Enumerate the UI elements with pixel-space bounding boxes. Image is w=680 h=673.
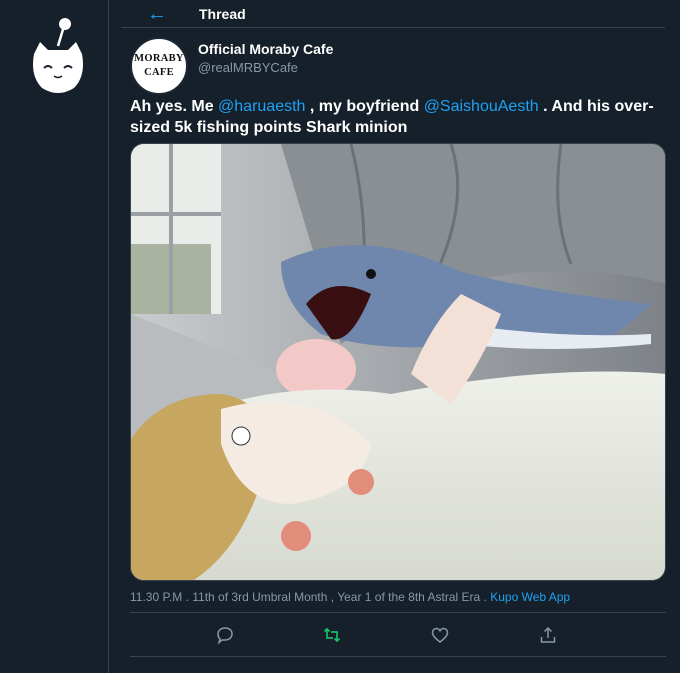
illustration-icon bbox=[131, 144, 665, 580]
mention-link[interactable]: @SaishouAesth bbox=[424, 98, 539, 115]
thread-header: ← Thread bbox=[121, 0, 665, 28]
divider bbox=[130, 612, 666, 613]
retweet-icon[interactable] bbox=[322, 625, 342, 645]
thread-main: ← Thread MORABY CAFE Official Moraby Caf… bbox=[109, 0, 680, 673]
moogle-logo-icon[interactable] bbox=[26, 14, 90, 96]
tweet-text: Ah yes. Me @haruaesth , my boyfriend @Sa… bbox=[130, 96, 660, 138]
mention-link[interactable]: @haruaesth bbox=[218, 98, 305, 115]
avatar-text-line1: MORABY bbox=[134, 53, 184, 64]
share-icon[interactable] bbox=[538, 625, 558, 645]
source-app-link[interactable]: Kupo Web App bbox=[490, 590, 570, 604]
left-rail bbox=[0, 0, 109, 673]
avatar-text-line2: CAFE bbox=[144, 67, 174, 78]
author-name[interactable]: Official Moraby Cafe bbox=[198, 41, 333, 57]
avatar[interactable]: MORABY CAFE bbox=[130, 37, 188, 95]
author-handle[interactable]: @realMRBYCafe bbox=[198, 60, 298, 75]
reply-icon[interactable] bbox=[215, 625, 235, 645]
timestamp-text: 11.30 P.M . 11th of 3rd Umbral Month , Y… bbox=[130, 590, 491, 604]
like-icon[interactable] bbox=[430, 625, 450, 645]
page-title: Thread bbox=[199, 6, 246, 22]
tweet-timestamp: 11.30 P.M . 11th of 3rd Umbral Month , Y… bbox=[130, 590, 570, 604]
divider bbox=[130, 656, 666, 657]
tweet-text-part: Ah yes. Me bbox=[130, 98, 219, 115]
tweet-text-part: , my boyfriend bbox=[305, 98, 424, 115]
back-arrow-icon[interactable]: ← bbox=[147, 4, 167, 24]
tweet-image[interactable] bbox=[130, 143, 666, 581]
